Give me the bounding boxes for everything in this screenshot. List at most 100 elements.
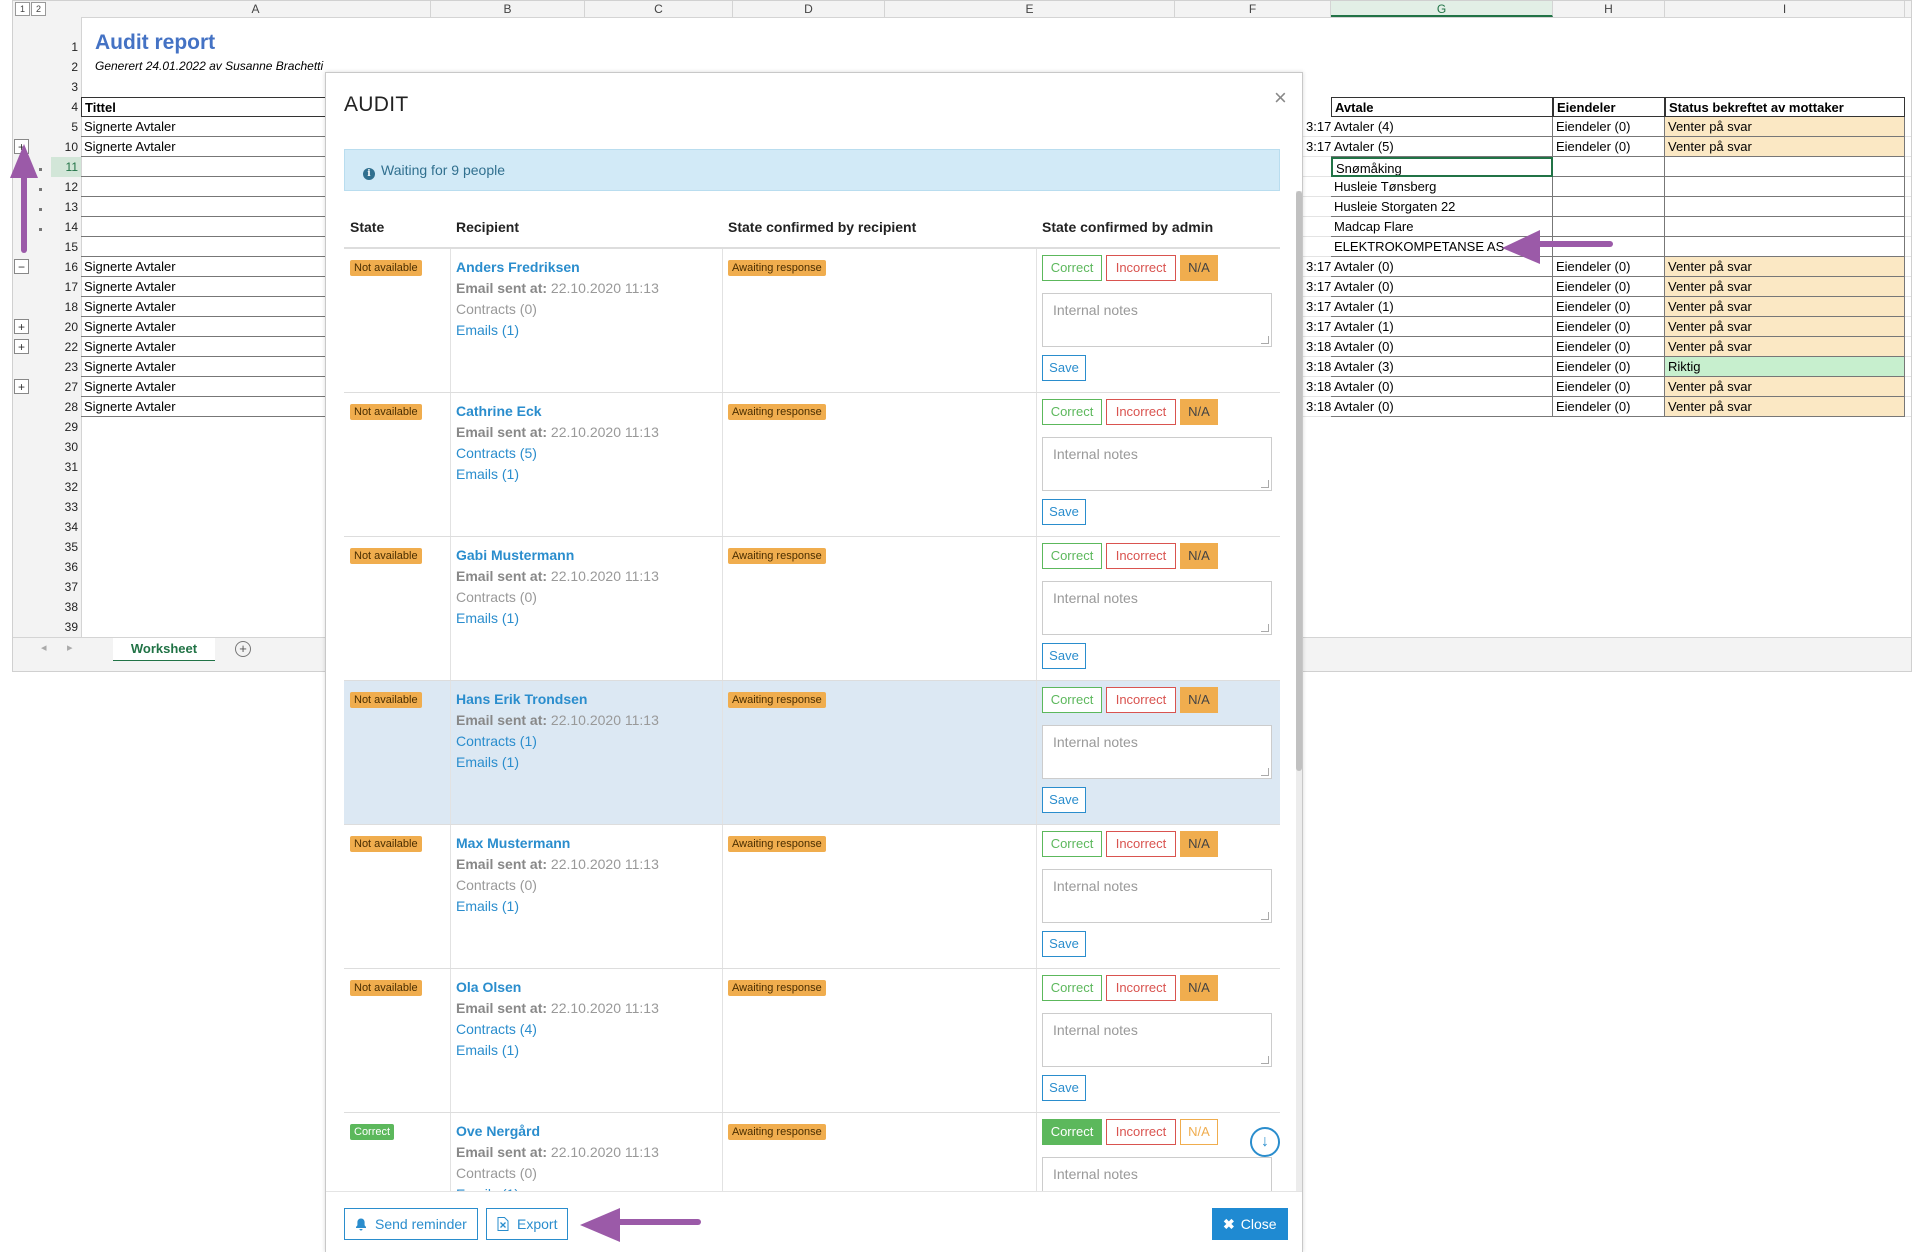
internal-notes-textarea[interactable]: Internal notes: [1042, 1013, 1272, 1067]
sheet-cell-avtale[interactable]: Avtaler (1): [1331, 297, 1553, 317]
correct-button[interactable]: Correct: [1042, 831, 1102, 857]
sheet-cell-avtale[interactable]: Avtaler (0): [1331, 277, 1553, 297]
column-header-h[interactable]: H: [1553, 1, 1665, 17]
column-header-c[interactable]: C: [585, 1, 733, 17]
sheet-cell-time[interactable]: 3:17: [1303, 277, 1331, 297]
sheet-cell-status[interactable]: [1665, 177, 1905, 197]
modal-scrollbar[interactable]: [1296, 191, 1302, 1191]
row-number[interactable]: 2: [51, 57, 81, 77]
sheet-cell-eiendeler[interactable]: Eiendeler (0): [1553, 397, 1665, 417]
send-reminder-button[interactable]: Send reminder: [344, 1208, 478, 1240]
internal-notes-textarea[interactable]: Internal notes: [1042, 437, 1272, 491]
contracts-link[interactable]: Contracts (5): [456, 445, 537, 461]
sheet-cell-time[interactable]: 3:18: [1303, 397, 1331, 417]
row-number[interactable]: 20: [51, 317, 81, 337]
row-number[interactable]: 12: [51, 177, 81, 197]
sheet-cell-time[interactable]: [1303, 217, 1331, 237]
row-number[interactable]: 37: [51, 577, 81, 597]
sheet-cell-avtale[interactable]: Avtaler (1): [1331, 317, 1553, 337]
outline-expand-icon[interactable]: +: [14, 339, 29, 354]
row-number[interactable]: 27: [51, 377, 81, 397]
emails-link[interactable]: Emails (1): [456, 1042, 519, 1058]
sheet-cell-avtale[interactable]: Husleie Tønsberg: [1331, 177, 1553, 197]
contracts-link[interactable]: Contracts (0): [456, 877, 537, 893]
sheet-cell-time[interactable]: 3:17: [1303, 257, 1331, 277]
sheet-cell-eiendeler[interactable]: Eiendeler (0): [1553, 337, 1665, 357]
emails-link[interactable]: Emails (1): [456, 754, 519, 770]
sheet-cell-eiendeler[interactable]: Eiendeler (0): [1553, 297, 1665, 317]
correct-button[interactable]: Correct: [1042, 543, 1102, 569]
column-header-d[interactable]: D: [733, 1, 885, 17]
outline-collapse-icon[interactable]: −: [14, 259, 29, 274]
row-number[interactable]: 28: [51, 397, 81, 417]
close-button[interactable]: ✖ Close: [1212, 1208, 1288, 1240]
sheet-cell-time[interactable]: 3:17: [1303, 117, 1331, 137]
sheet-cell-status[interactable]: [1665, 197, 1905, 217]
sheet-cell-time[interactable]: 3:17: [1303, 317, 1331, 337]
sheet-cell-time[interactable]: [1303, 197, 1331, 217]
add-sheet-icon[interactable]: +: [235, 641, 251, 657]
internal-notes-textarea[interactable]: Internal notes: [1042, 725, 1272, 779]
sheet-cell-eiendeler[interactable]: Eiendeler (0): [1553, 277, 1665, 297]
row-number[interactable]: 35: [51, 537, 81, 557]
row-number[interactable]: 17: [51, 277, 81, 297]
row-number[interactable]: 29: [51, 417, 81, 437]
incorrect-button[interactable]: Incorrect: [1106, 255, 1176, 281]
column-header-i[interactable]: I: [1665, 1, 1905, 17]
resize-grip-icon[interactable]: [1261, 1056, 1269, 1064]
row-number[interactable]: 36: [51, 557, 81, 577]
sheet-cell-eiendeler[interactable]: Eiendeler (0): [1553, 377, 1665, 397]
sheet-cell-time[interactable]: 3:17: [1303, 297, 1331, 317]
sheet-cell-status[interactable]: Venter på svar: [1665, 117, 1905, 137]
tab-worksheet[interactable]: Worksheet: [113, 638, 215, 663]
sheet-cell-status[interactable]: [1665, 217, 1905, 237]
recipient-name-link[interactable]: Hans Erik Trondsen: [456, 691, 587, 707]
save-button[interactable]: Save: [1042, 643, 1086, 669]
internal-notes-textarea[interactable]: Internal notes: [1042, 1157, 1272, 1191]
sheet-cell-status[interactable]: Venter på svar: [1665, 137, 1905, 157]
contracts-link[interactable]: Contracts (1): [456, 733, 537, 749]
contracts-link[interactable]: Contracts (0): [456, 589, 537, 605]
emails-link[interactable]: Emails (1): [456, 610, 519, 626]
correct-button[interactable]: Correct: [1042, 1119, 1102, 1145]
sheet-cell-eiendeler[interactable]: Eiendeler (0): [1553, 317, 1665, 337]
row-number[interactable]: 32: [51, 477, 81, 497]
row-number[interactable]: 11: [51, 157, 81, 177]
na-button[interactable]: N/A: [1180, 543, 1218, 569]
resize-grip-icon[interactable]: [1261, 336, 1269, 344]
incorrect-button[interactable]: Incorrect: [1106, 1119, 1176, 1145]
row-number[interactable]: 22: [51, 337, 81, 357]
emails-link[interactable]: Emails (1): [456, 322, 519, 338]
contracts-link[interactable]: Contracts (4): [456, 1021, 537, 1037]
recipient-name-link[interactable]: Cathrine Eck: [456, 403, 542, 419]
row-number[interactable]: 16: [51, 257, 81, 277]
na-button[interactable]: N/A: [1180, 399, 1218, 425]
sheet-cell-time[interactable]: 3:18: [1303, 377, 1331, 397]
emails-link[interactable]: Emails (1): [456, 466, 519, 482]
na-button[interactable]: N/A: [1180, 975, 1218, 1001]
row-number[interactable]: 3: [51, 77, 81, 97]
tab-scroll-left-icon[interactable]: ◂: [41, 641, 47, 654]
export-button[interactable]: Export: [486, 1208, 569, 1240]
emails-link[interactable]: Emails (1): [456, 898, 519, 914]
resize-grip-icon[interactable]: [1261, 912, 1269, 920]
sheet-cell-time[interactable]: 3:17: [1303, 137, 1331, 157]
sheet-cell-time[interactable]: 3:18: [1303, 337, 1331, 357]
sheet-cell-status[interactable]: Venter på svar: [1665, 277, 1905, 297]
save-button[interactable]: Save: [1042, 787, 1086, 813]
sheet-cell-eiendeler[interactable]: [1553, 197, 1665, 217]
na-button[interactable]: N/A: [1180, 831, 1218, 857]
sheet-cell-avtale[interactable]: Avtaler (0): [1331, 377, 1553, 397]
recipient-name-link[interactable]: Anders Fredriksen: [456, 259, 580, 275]
sheet-cell-time[interactable]: [1303, 177, 1331, 197]
incorrect-button[interactable]: Incorrect: [1106, 975, 1176, 1001]
outline-level-2-button[interactable]: 2: [31, 2, 46, 16]
contracts-link[interactable]: Contracts (0): [456, 1165, 537, 1181]
sheet-cell-avtale[interactable]: Avtaler (5): [1331, 137, 1553, 157]
save-button[interactable]: Save: [1042, 931, 1086, 957]
column-header-b[interactable]: B: [431, 1, 585, 17]
sheet-cell-avtale[interactable]: Avtaler (4): [1331, 117, 1553, 137]
incorrect-button[interactable]: Incorrect: [1106, 543, 1176, 569]
outline-expand-icon[interactable]: +: [14, 379, 29, 394]
sheet-cell-avtale[interactable]: Snømåking: [1331, 157, 1553, 177]
